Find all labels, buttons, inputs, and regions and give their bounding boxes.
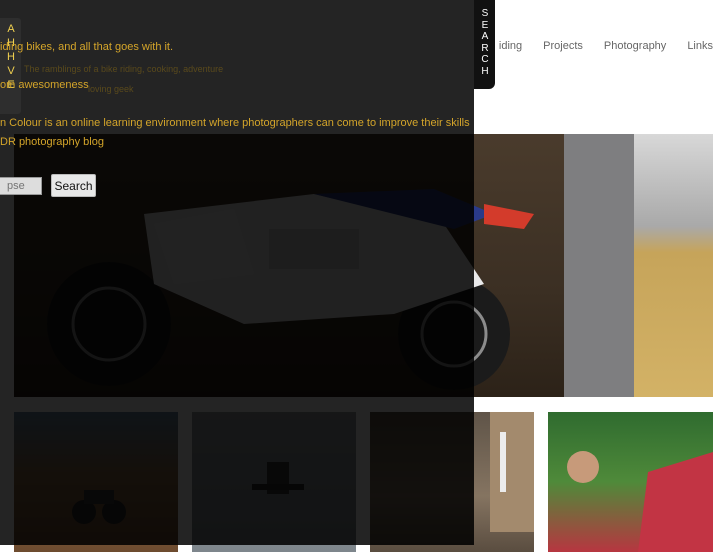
search-result[interactable]: om awesomeness — [0, 76, 89, 95]
nav-item-projects[interactable]: Projects — [543, 40, 583, 56]
thumbnail-people[interactable] — [548, 412, 713, 552]
people-scene — [567, 451, 713, 552]
result-link[interactable]: blog — [80, 136, 104, 148]
nav-item-photography[interactable]: Photography — [604, 40, 666, 56]
search-input[interactable] — [0, 177, 42, 195]
search-tab-label: SEARCH — [481, 8, 489, 77]
search-overlay: AHHVE iding bikes, and all that goes wit… — [0, 0, 474, 545]
search-result[interactable]: DR photography blog — [0, 133, 104, 152]
nav-item-links[interactable]: Links — [687, 40, 713, 56]
search-toggle-tab[interactable]: SEARCH — [474, 0, 495, 89]
search-result-snippet: loving geek — [88, 84, 134, 94]
search-result[interactable]: iding bikes, and all that goes with it. — [0, 38, 173, 57]
nav-item-riding[interactable]: iding — [499, 40, 522, 56]
result-text: DR photography — [0, 136, 81, 148]
main-nav: iding Projects Photography Links — [499, 40, 713, 56]
search-button[interactable]: Search — [51, 174, 96, 197]
search-result[interactable]: n Colour is an online learning environme… — [0, 114, 470, 133]
